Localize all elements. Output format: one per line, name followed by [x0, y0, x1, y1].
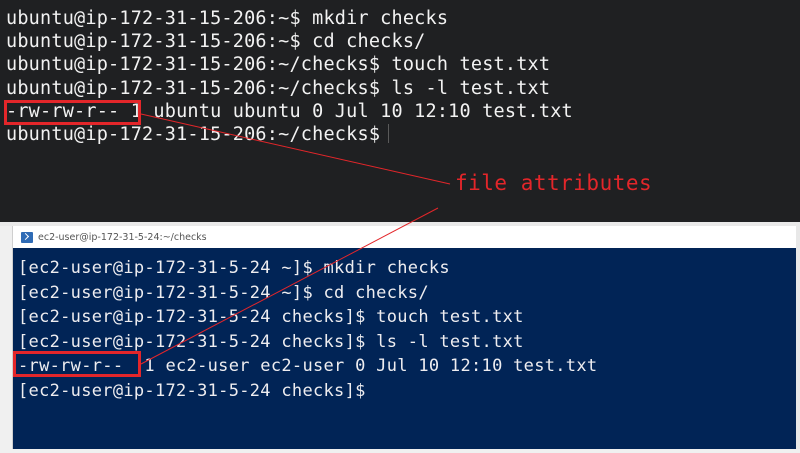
terminal-prompt: ubuntu@ip-172-31-15-206:~/checks$ [6, 123, 381, 145]
ubuntu-terminal[interactable]: ubuntu@ip-172-31-15-206:~$ mkdir checks … [0, 0, 800, 222]
terminal-line: ubuntu@ip-172-31-15-206:~$ mkdir checks [6, 8, 449, 29]
terminal-line: [ec2-user@ip-172-31-5-24 checks]$ touch … [18, 307, 524, 328]
window-edge [796, 226, 800, 449]
window-title: ec2-user@ip-172-31-5-24:~/checks [38, 231, 207, 243]
ec2-terminal[interactable]: [ec2-user@ip-172-31-5-24 ~]$ mkdir check… [13, 248, 800, 449]
terminal-prompt-line[interactable]: ubuntu@ip-172-31-15-206:~/checks$ [6, 123, 573, 146]
terminal-line: ubuntu@ip-172-31-15-206:~/checks$ ls -l … [6, 77, 551, 99]
terminal-line: [ec2-user@ip-172-31-5-24 ~]$ cd checks/ [18, 282, 429, 303]
terminal-prompt-line[interactable]: [ec2-user@ip-172-31-5-24 checks]$ [18, 379, 597, 404]
window-titlebar[interactable]: ec2-user@ip-172-31-5-24:~/checks [13, 226, 800, 248]
terminal-line: [ec2-user@ip-172-31-5-24 ~]$ mkdir check… [18, 258, 450, 278]
text-cursor [388, 123, 390, 143]
ubuntu-terminal-output: ubuntu@ip-172-31-15-206:~$ mkdir checks … [6, 7, 573, 146]
file-attributes-highlight-top [4, 100, 141, 125]
terminal-line: ubuntu@ip-172-31-15-206:~/checks$ touch … [6, 54, 551, 76]
terminal-line: ubuntu@ip-172-31-15-206:~$ cd checks/ [6, 31, 426, 53]
file-attributes-highlight-bottom [13, 351, 141, 377]
powershell-window[interactable]: ec2-user@ip-172-31-5-24:~/checks [ec2-us… [12, 226, 800, 449]
ec2-terminal-output: [ec2-user@ip-172-31-5-24 ~]$ mkdir check… [18, 256, 597, 404]
powershell-icon [21, 231, 33, 243]
